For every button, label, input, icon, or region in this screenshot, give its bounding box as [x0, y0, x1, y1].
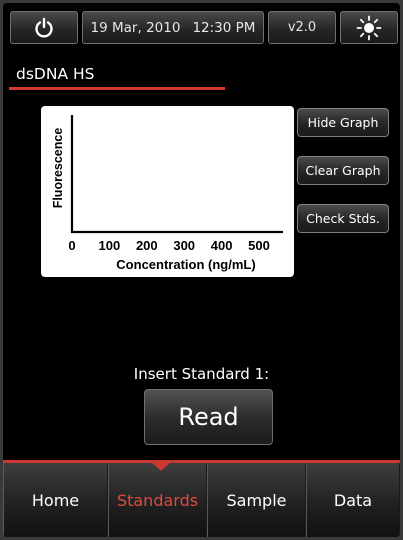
hide-graph-button[interactable]: Hide Graph	[297, 108, 389, 137]
instrument-screen: 19 Mar, 2010 12:30 PM v2.0 dsDNA HS Fluo…	[3, 3, 400, 537]
sun-icon	[356, 15, 382, 40]
date-text: 19 Mar, 2010	[90, 19, 181, 36]
nav-standards[interactable]: Standards	[108, 463, 207, 537]
x-tick-label: 0	[68, 238, 75, 253]
read-button[interactable]: Read	[144, 389, 273, 445]
x-tick-label: 500	[248, 238, 270, 253]
power-button[interactable]	[10, 11, 78, 44]
nav-data-label: Data	[333, 490, 373, 510]
title-underline	[9, 87, 225, 90]
nav-data[interactable]: Data	[306, 463, 400, 537]
nav-sample[interactable]: Sample	[207, 463, 306, 537]
version-button[interactable]: v2.0	[268, 11, 336, 44]
bottom-nav: Home Standards Sample Data	[3, 463, 400, 537]
x-tick-label: 100	[99, 238, 121, 253]
version-text: v2.0	[287, 20, 317, 35]
power-icon	[35, 17, 53, 37]
active-tab-indicator	[150, 461, 172, 471]
clear-graph-label: Clear Graph	[305, 163, 381, 178]
hide-graph-label: Hide Graph	[307, 115, 379, 130]
read-label: Read	[178, 403, 239, 431]
x-tick-label: 200	[136, 238, 158, 253]
clear-graph-button[interactable]: Clear Graph	[297, 156, 389, 185]
time-text: 12:30 PM	[192, 19, 256, 36]
nav-standards-label: Standards	[116, 490, 199, 510]
check-standards-label: Check Stds.	[306, 211, 380, 226]
x-tick-label: 400	[211, 238, 233, 253]
x-axis-label: Concentration (ng/mL)	[116, 257, 255, 272]
y-axis-label: Fluorescence	[51, 128, 65, 209]
date-time-button[interactable]: 19 Mar, 2010 12:30 PM	[82, 11, 264, 44]
x-tick-label: 300	[173, 238, 195, 253]
nav-home-label: Home	[31, 490, 80, 510]
standards-graph: Fluorescence 0 100 200 300 400 500 Concentrat…	[41, 106, 294, 277]
nav-home[interactable]: Home	[3, 463, 108, 537]
check-standards-button[interactable]: Check Stds.	[297, 204, 389, 233]
nav-sample-label: Sample	[226, 490, 287, 510]
graph-svg: Fluorescence 0 100 200 300 400 500 Concentrat…	[51, 115, 283, 272]
x-tick-labels: 0 100 200 300 400 500	[68, 238, 269, 253]
top-bar: 19 Mar, 2010 12:30 PM v2.0	[3, 3, 400, 51]
assay-title: dsDNA HS	[16, 65, 95, 83]
insert-standard-prompt: Insert Standard 1:	[133, 365, 270, 383]
brightness-button[interactable]	[340, 11, 398, 44]
